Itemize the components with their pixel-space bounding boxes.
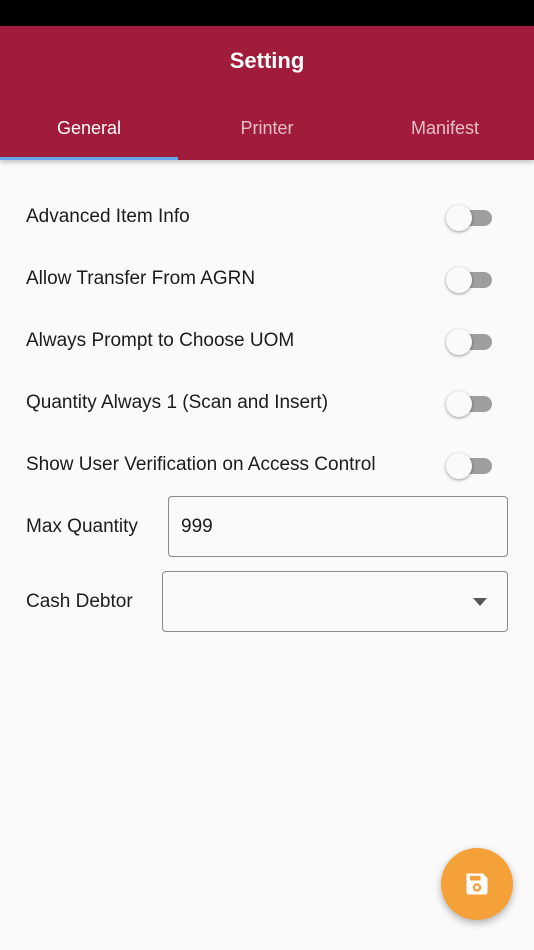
max-quantity-row: Max Quantity bbox=[26, 514, 138, 540]
setting-label: Always Prompt to Choose UOM bbox=[26, 330, 295, 351]
tab-general[interactable]: General bbox=[0, 106, 178, 160]
tab-bar: General Printer Manifest bbox=[0, 106, 534, 160]
allow-transfer-agrn-toggle[interactable] bbox=[446, 264, 496, 294]
advanced-item-info-toggle[interactable] bbox=[446, 202, 496, 232]
setting-row-advanced-item-info: Advanced Item Info bbox=[26, 202, 496, 232]
toggle-thumb bbox=[446, 391, 472, 417]
prompt-uom-toggle[interactable] bbox=[446, 326, 496, 356]
tab-manifest-label: Manifest bbox=[410, 118, 480, 138]
dropdown-arrow-icon bbox=[473, 598, 487, 606]
setting-label: Allow Transfer From AGRN bbox=[26, 268, 256, 289]
toggle-thumb bbox=[446, 267, 472, 293]
max-quantity-input[interactable] bbox=[168, 496, 508, 557]
toggle-thumb bbox=[446, 205, 472, 231]
setting-row-quantity-always-1: Quantity Always 1 (Scan and Insert) bbox=[26, 388, 496, 418]
save-icon bbox=[466, 873, 488, 895]
quantity-always-1-toggle[interactable] bbox=[446, 388, 496, 418]
max-quantity-label: Max Quantity bbox=[26, 516, 138, 537]
setting-row-prompt-uom: Always Prompt to Choose UOM bbox=[26, 326, 496, 356]
tab-manifest[interactable]: Manifest bbox=[356, 106, 534, 160]
tab-printer-label: Printer bbox=[240, 118, 294, 138]
tab-printer[interactable]: Printer bbox=[178, 106, 356, 160]
setting-row-allow-transfer-agrn: Allow Transfer From AGRN bbox=[26, 264, 496, 294]
save-button[interactable] bbox=[441, 848, 513, 920]
cash-debtor-row: Cash Debtor bbox=[26, 589, 133, 615]
app-bar: Setting General Printer Manifest bbox=[0, 26, 534, 160]
tab-general-label: General bbox=[56, 118, 122, 138]
status-bar bbox=[0, 0, 534, 26]
cash-debtor-select[interactable] bbox=[162, 571, 508, 632]
setting-row-user-verification: Show User Verification on Access Control bbox=[26, 440, 496, 490]
page-title: Setting bbox=[229, 48, 305, 73]
setting-label: Quantity Always 1 (Scan and Insert) bbox=[26, 392, 329, 413]
toggle-thumb bbox=[446, 329, 472, 355]
user-verification-toggle[interactable] bbox=[446, 450, 496, 480]
tab-indicator bbox=[0, 157, 178, 160]
toggle-thumb bbox=[446, 453, 472, 479]
setting-label: Show User Verification on Access Control bbox=[26, 454, 376, 475]
setting-label: Advanced Item Info bbox=[26, 206, 190, 227]
cash-debtor-label: Cash Debtor bbox=[26, 591, 133, 612]
